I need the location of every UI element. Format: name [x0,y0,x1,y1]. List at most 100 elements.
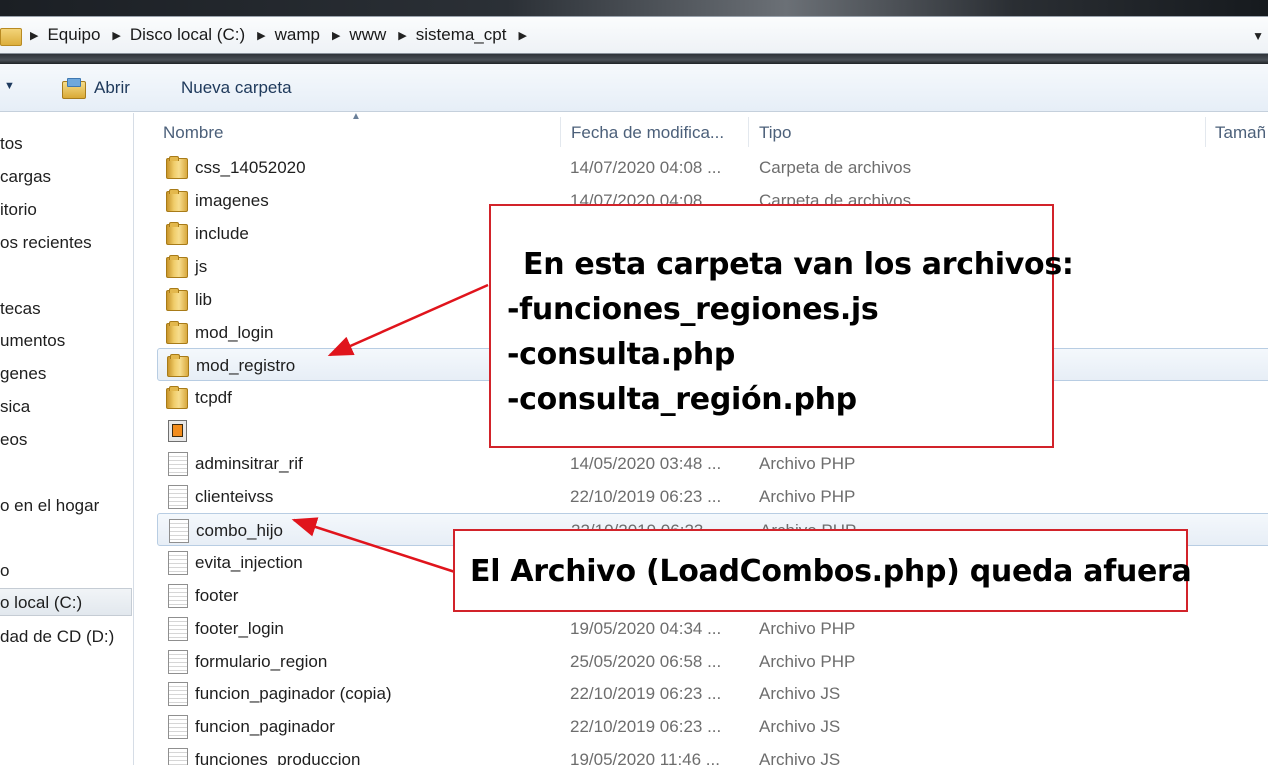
file-type: Archivo PHP [759,652,856,671]
file-row[interactable]: funciones_produccion 19/05/2020 11:46 ...… [157,743,1268,765]
callout-folder-line: -consulta_región.php [507,382,857,417]
chevron-right-icon[interactable]: ▶ [332,29,340,42]
file-name: evita_injection [195,553,303,572]
file-name: funcion_paginador (copia) [195,684,392,703]
callout-folder-line: -funciones_regiones.js [507,292,879,327]
chevron-down-icon[interactable]: ▼ [1252,29,1264,43]
file-row[interactable]: funcion_paginador (copia) 22/10/2019 06:2… [157,677,1268,710]
chevron-right-icon[interactable]: ▶ [257,29,265,42]
document-icon [165,485,188,509]
nav-item-escritorio[interactable]: itorio [0,196,37,224]
command-toolbar: ▼ Abrir Nueva carpeta [0,64,1268,112]
callout-folder-line: -consulta.php [507,337,736,372]
new-folder-button[interactable]: Nueva carpeta [181,76,292,100]
file-type: Archivo PHP [759,487,856,506]
column-header-name[interactable]: Nombre [163,121,223,145]
file-row[interactable]: formulario_region 25/05/2020 06:58 ... Arc… [157,645,1268,678]
folder-icon [165,189,188,212]
file-row[interactable]: funcion_paginador 22/10/2019 06:23 ... Arc… [157,710,1268,743]
open-folder-icon [62,78,86,99]
folder-icon [165,386,188,409]
chevron-right-icon[interactable]: ▶ [112,29,120,42]
annotation-callout-file: El Archivo (LoadCombos.php) queda afuera [453,529,1192,612]
file-name: imagenes [195,191,269,210]
document-icon [165,650,188,674]
column-header-date[interactable]: Fecha de modifica... [571,121,724,145]
nav-item-videos[interactable]: eos [0,426,27,454]
file-name: mod_login [195,323,274,342]
file-type: Archivo JS [759,750,841,765]
folder-icon [165,288,188,311]
document-icon [166,519,189,543]
address-bar[interactable]: ▶ Equipo ▶ Disco local (C:) ▶ wamp ▶ www… [0,16,1268,54]
document-icon [165,584,188,608]
folder-icon [166,354,189,377]
file-date: 19/05/2020 11:46 ... [570,750,720,765]
nav-item-sitios-recientes[interactable]: os recientes [0,229,92,257]
file-name: combo_hijo [196,521,283,540]
nav-item-descargas[interactable]: cargas [0,163,51,191]
breadcrumb: ▶ Equipo ▶ Disco local (C:) ▶ wamp ▶ www… [0,17,536,53]
file-date: 22/10/2019 06:23 ... [570,684,722,703]
file-row[interactable]: clienteivss 22/10/2019 06:23 ... Archivo P… [157,480,1268,513]
column-header-type[interactable]: Tipo [759,121,791,145]
breadcrumb-item-equipo[interactable]: Equipo [47,25,100,45]
nav-item-imagenes[interactable]: genes [0,360,46,388]
file-row[interactable]: adminsitrar_rif 14/05/2020 03:48 ... Archi… [157,447,1268,480]
annotation-callout-folder: En esta carpeta van los archivos: -funci… [489,204,1074,448]
open-button-label: Abrir [94,78,130,97]
organize-dropdown-icon[interactable]: ▼ [4,80,15,92]
nav-item-disco-local[interactable]: o local (C:) [0,588,132,616]
nav-item-musica[interactable]: sica [0,393,30,421]
nav-item-equipo[interactable]: o [0,557,9,585]
file-name: tcpdf [195,388,232,407]
sublime-file-icon [165,419,187,442]
document-icon [165,715,188,739]
folder-icon [165,321,188,344]
file-type: Archivo PHP [759,619,856,638]
folder-icon [0,25,22,46]
open-button[interactable]: Abrir [62,76,130,100]
navigation-pane: tos cargas itorio os recientes tecas ume… [0,113,134,765]
folder-icon [165,255,188,278]
file-row[interactable]: footer_login 19/05/2020 04:34 ... Archivo … [157,612,1268,645]
file-date: 22/10/2019 06:23 ... [570,717,722,736]
file-name: footer [195,586,239,605]
chevron-right-icon[interactable]: ▶ [518,29,526,42]
column-headers: Nombre ▲ Fecha de modifica... Tipo Tamañ [135,111,1268,151]
file-date: 14/07/2020 04:08 ... [570,158,722,177]
folder-icon [165,222,188,245]
sort-ascending-icon: ▲ [351,111,361,122]
nav-item-unidad-cd[interactable]: dad de CD (D:) [0,623,114,651]
breadcrumb-item-wamp[interactable]: wamp [275,25,320,45]
document-icon [165,551,188,575]
column-divider[interactable] [560,117,561,147]
document-icon [165,452,188,476]
file-name: funcion_paginador [195,717,335,736]
folder-icon [165,156,188,179]
file-date: 22/10/2019 06:23 ... [570,487,722,506]
file-name: js [195,257,208,276]
breadcrumb-item-www[interactable]: www [349,25,386,45]
nav-item-documentos-lib[interactable]: umentos [0,327,65,355]
callout-folder-title: En esta carpeta van los archivos: [523,247,1074,282]
file-date: 25/05/2020 06:58 ... [570,652,722,671]
file-type: Archivo JS [759,717,841,736]
file-row[interactable]: css_14052020 14/07/2020 04:08 ... Carpeta … [157,151,1268,184]
nav-item-bibliotecas[interactable]: tecas [0,295,41,323]
column-divider[interactable] [748,117,749,147]
chevron-right-icon[interactable]: ▶ [398,29,406,42]
nav-item-documentos[interactable]: tos [0,130,23,158]
breadcrumb-item-sistema-cpt[interactable]: sistema_cpt [416,25,507,45]
file-name: footer_login [195,619,284,638]
file-name: lib [195,290,213,309]
nav-item-grupo-hogar[interactable]: o en el hogar [0,492,99,520]
breadcrumb-item-disco-local[interactable]: Disco local (C:) [130,25,245,45]
file-date: 19/05/2020 04:34 ... [570,619,722,638]
column-divider[interactable] [1205,117,1206,147]
file-type: Carpeta de archivos [759,158,912,177]
column-header-size[interactable]: Tamañ [1215,121,1266,145]
window-separator [0,54,1268,64]
chevron-right-icon[interactable]: ▶ [30,29,38,42]
file-name: mod_registro [196,356,296,375]
